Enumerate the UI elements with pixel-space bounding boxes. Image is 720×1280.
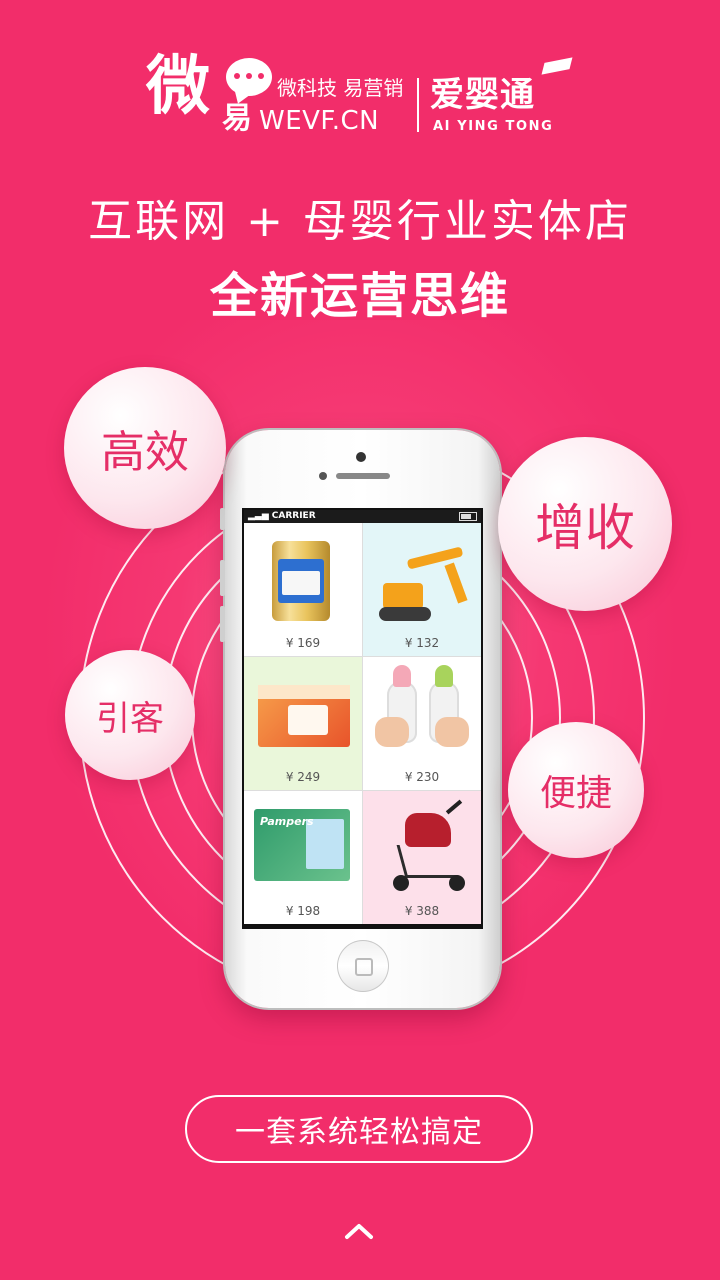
product-card[interactable]: ¥ 169 [244, 523, 362, 656]
diaper-pack-image: Pampers [254, 809, 350, 881]
phone-side-button [220, 508, 225, 530]
phone-sensor [319, 472, 327, 480]
battery-icon [459, 512, 477, 521]
phone-speaker [336, 473, 390, 479]
feature-attract: 引客 [65, 650, 195, 780]
product-price: ¥ 169 [285, 636, 321, 650]
phone-home-button [337, 940, 389, 992]
carrier-label: CARRIER [271, 511, 316, 521]
feature-efficient: 高效 [64, 367, 226, 529]
phone-volume-up [220, 560, 225, 596]
product-price: ¥ 388 [404, 904, 440, 918]
milk-powder-box-image [258, 685, 350, 747]
feature-convenient: 便捷 [508, 722, 644, 858]
formula-can-image [272, 541, 330, 621]
product-card[interactable]: ¥ 249 [244, 657, 362, 790]
product-price: ¥ 230 [404, 770, 440, 784]
status-bar: ▂▃▅ CARRIER [244, 510, 481, 523]
feature-revenue: 增收 [498, 437, 672, 611]
stroller-image [405, 813, 451, 847]
product-card[interactable]: ¥ 230 [363, 657, 481, 790]
phone-mockup: ▂▃▅ CARRIER ¥ 169 ¥ 132 ¥ 249 ¥ 230 Pamp… [220, 430, 500, 1008]
signal-icon: ▂▃▅ [248, 511, 269, 521]
toy-excavator-image [383, 583, 423, 609]
product-card[interactable]: ¥ 388 [363, 791, 481, 924]
product-card[interactable]: ¥ 132 [363, 523, 481, 656]
cta-button[interactable]: 一套系统轻松搞定 [185, 1095, 533, 1163]
product-price: ¥ 132 [404, 636, 440, 650]
product-price: ¥ 249 [285, 770, 321, 784]
phone-volume-down [220, 606, 225, 642]
product-grid: ¥ 169 ¥ 132 ¥ 249 ¥ 230 Pampers ¥ 198 ¥ … [244, 523, 481, 924]
phone-screen: ▂▃▅ CARRIER ¥ 169 ¥ 132 ¥ 249 ¥ 230 Pamp… [242, 508, 483, 929]
product-card[interactable]: Pampers ¥ 198 [244, 791, 362, 924]
chevron-up-icon[interactable] [344, 1222, 374, 1240]
phone-camera [356, 452, 366, 462]
product-price: ¥ 198 [285, 904, 321, 918]
